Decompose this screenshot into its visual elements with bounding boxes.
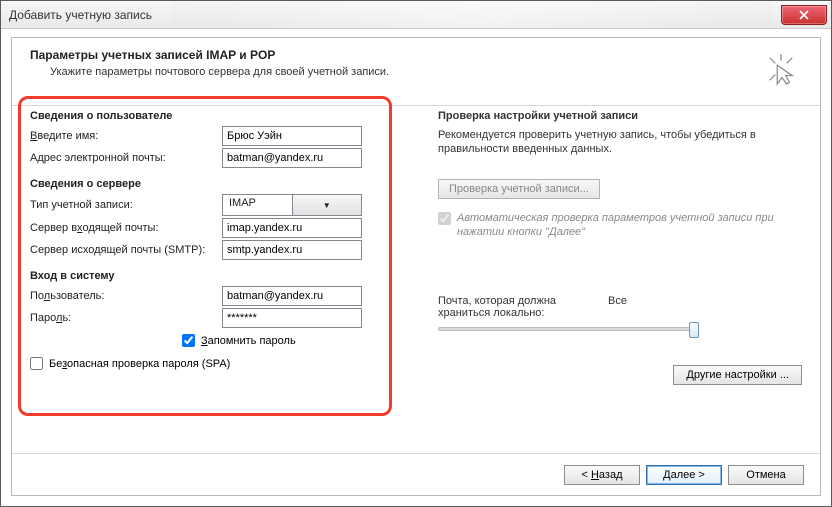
close-icon bbox=[799, 10, 809, 20]
outgoing-input[interactable] bbox=[222, 240, 362, 260]
name-label: Введите имя: bbox=[30, 130, 222, 142]
test-account-button[interactable]: Проверка учетной записи... bbox=[438, 179, 600, 199]
user-section-title: Сведения о пользователе bbox=[30, 110, 384, 122]
email-input[interactable] bbox=[222, 148, 362, 168]
user-input[interactable] bbox=[222, 286, 362, 306]
inner-frame: Параметры учетных записей IMAP и POP Ука… bbox=[11, 37, 821, 496]
other-settings-button[interactable]: Другие настройки ... bbox=[673, 365, 802, 385]
close-button[interactable] bbox=[781, 5, 827, 25]
incoming-input[interactable] bbox=[222, 218, 362, 238]
storage-row: Почта, которая должна храниться локально… bbox=[438, 295, 802, 319]
test-description: Рекомендуется проверить учетную запись, … bbox=[438, 128, 802, 157]
outgoing-label: Сервер исходящей почты (SMTP): bbox=[30, 244, 222, 256]
next-button[interactable]: Далее > bbox=[646, 465, 722, 485]
remember-checkbox[interactable] bbox=[182, 334, 195, 347]
auto-test-checkbox[interactable] bbox=[438, 212, 451, 225]
auto-test-label: Автоматическая проверка параметров учетн… bbox=[457, 211, 802, 240]
spa-label: Безопасная проверка пароля (SPA) bbox=[49, 358, 230, 370]
acct-type-select[interactable]: IMAP ▼ bbox=[222, 194, 362, 216]
right-column: Проверка настройки учетной записи Рекоме… bbox=[394, 96, 820, 453]
back-button[interactable]: < Назад bbox=[564, 465, 640, 485]
remember-label: Запомнить пароль bbox=[201, 335, 296, 347]
cursor-icon bbox=[766, 48, 802, 91]
body-area: Сведения о пользователе Введите имя: Адр… bbox=[12, 96, 820, 453]
left-column: Сведения о пользователе Введите имя: Адр… bbox=[12, 96, 394, 453]
server-section-title: Сведения о сервере bbox=[30, 178, 384, 190]
spa-checkbox[interactable] bbox=[30, 357, 43, 370]
storage-slider[interactable] bbox=[438, 327, 698, 331]
pass-label: Пароль: bbox=[30, 312, 222, 324]
test-section-title: Проверка настройки учетной записи bbox=[438, 110, 802, 122]
chevron-down-icon: ▼ bbox=[292, 195, 362, 215]
titlebar: Добавить учетную запись bbox=[1, 1, 831, 29]
email-label: Адрес электронной почты: bbox=[30, 152, 222, 164]
incoming-label: Сервер входящей почты: bbox=[30, 222, 222, 234]
window-title: Добавить учетную запись bbox=[9, 8, 152, 22]
slider-thumb[interactable] bbox=[689, 322, 699, 338]
login-section-title: Вход в систему bbox=[30, 270, 384, 282]
acct-type-label: Тип учетной записи: bbox=[30, 199, 222, 211]
user-label: Пользователь: bbox=[30, 290, 222, 302]
dialog-window: Добавить учетную запись Параметры учетны… bbox=[0, 0, 832, 507]
acct-type-value: IMAP bbox=[223, 195, 292, 215]
header-title: Параметры учетных записей IMAP и POP bbox=[30, 48, 389, 62]
pass-input[interactable] bbox=[222, 308, 362, 328]
header-subtitle: Укажите параметры почтового сервера для … bbox=[50, 66, 389, 78]
storage-label: Почта, которая должна храниться локально… bbox=[438, 295, 608, 319]
cancel-button[interactable]: Отмена bbox=[728, 465, 804, 485]
name-input[interactable] bbox=[222, 126, 362, 146]
footer: < Назад Далее > Отмена bbox=[12, 453, 820, 495]
storage-value: Все bbox=[608, 295, 627, 319]
